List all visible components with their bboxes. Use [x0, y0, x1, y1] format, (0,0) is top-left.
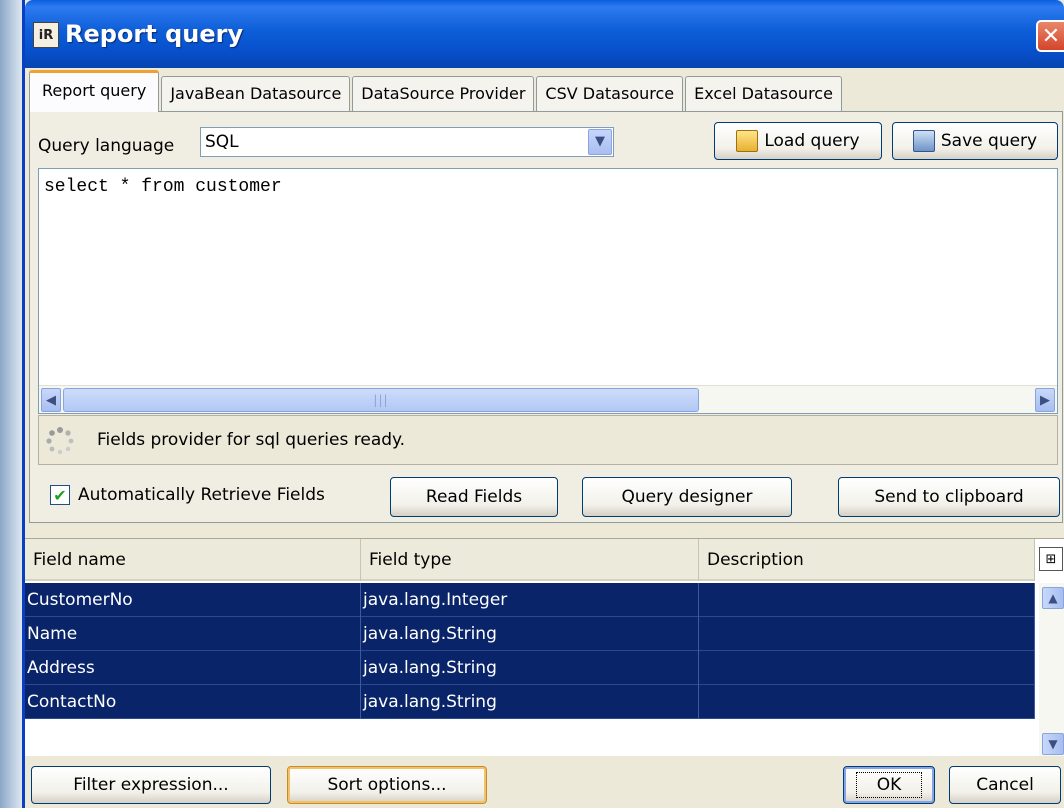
tab-strip: Report query JavaBean Datasource DataSou…	[29, 70, 844, 112]
table-row[interactable]: Address java.lang.String	[25, 651, 1035, 685]
load-query-button[interactable]: Load query	[714, 122, 882, 160]
send-to-clipboard-button[interactable]: Send to clipboard	[838, 477, 1060, 517]
description-cell	[699, 651, 1035, 685]
query-designer-button[interactable]: Query designer	[582, 477, 792, 517]
report-query-panel: Query language SQL ▼ Load query Save que…	[29, 111, 1063, 523]
description-cell	[699, 583, 1035, 617]
query-editor[interactable]: select * from customer ◀ ||| ▶	[38, 168, 1058, 414]
query-language-label: Query language	[38, 136, 175, 156]
scroll-up-icon[interactable]: ▲	[1042, 587, 1064, 609]
field-type-cell: java.lang.String	[361, 651, 699, 685]
table-body: CustomerNo java.lang.Integer Name java.l…	[25, 583, 1035, 719]
description-cell	[699, 685, 1035, 719]
cancel-button[interactable]: Cancel	[949, 766, 1061, 804]
table-header: Field name Field type Description	[25, 539, 1035, 581]
scroll-down-icon[interactable]: ▼	[1042, 733, 1064, 755]
query-language-value: SQL	[205, 132, 239, 152]
tab-datasource-provider[interactable]: DataSource Provider	[352, 76, 535, 112]
spinner-icon	[46, 427, 74, 455]
horizontal-scrollbar[interactable]: ◀ ||| ▶	[39, 385, 1057, 413]
filter-expression-button[interactable]: Filter expression...	[31, 766, 271, 804]
auto-retrieve-label: Automatically Retrieve Fields	[78, 485, 325, 505]
table-row[interactable]: Name java.lang.String	[25, 617, 1035, 651]
query-text[interactable]: select * from customer	[44, 177, 282, 197]
field-name-cell: CustomerNo	[25, 583, 361, 617]
bottom-button-bar: Filter expression... Sort options... OK …	[25, 756, 1064, 808]
scrollbar-thumb[interactable]: |||	[63, 388, 699, 412]
fields-table: Field name Field type Description ⊞ Cust…	[25, 538, 1064, 757]
close-button[interactable]: ✕	[1036, 20, 1064, 52]
tab-report-query[interactable]: Report query	[29, 70, 160, 112]
ok-label: OK	[855, 772, 923, 798]
pane-splitter[interactable]	[25, 523, 1064, 535]
status-text: Fields provider for sql queries ready.	[97, 430, 406, 450]
fields-provider-status: Fields provider for sql queries ready.	[38, 415, 1058, 465]
read-fields-button[interactable]: Read Fields	[390, 477, 558, 517]
table-row[interactable]: ContactNo java.lang.String	[25, 685, 1035, 719]
field-type-cell: java.lang.Integer	[361, 583, 699, 617]
column-header-description[interactable]: Description	[699, 539, 1035, 581]
description-cell	[699, 617, 1035, 651]
vertical-scrollbar[interactable]: ▲ ▼	[1039, 583, 1064, 757]
column-chooser-icon[interactable]: ⊞	[1039, 547, 1063, 571]
tab-excel-datasource[interactable]: Excel Datasource	[685, 76, 842, 112]
tab-csv-datasource[interactable]: CSV Datasource	[536, 76, 684, 112]
scroll-right-icon[interactable]: ▶	[1035, 388, 1055, 412]
auto-retrieve-checkbox[interactable]: ✔	[50, 485, 70, 505]
sort-options-button[interactable]: Sort options...	[287, 766, 487, 804]
load-query-label: Load query	[764, 131, 860, 151]
save-query-button[interactable]: Save query	[892, 122, 1058, 160]
save-query-label: Save query	[940, 131, 1038, 151]
save-disk-icon	[912, 130, 935, 152]
ok-button[interactable]: OK	[843, 766, 935, 804]
column-header-field-name[interactable]: Field name	[25, 539, 361, 581]
field-name-cell: Address	[25, 651, 361, 685]
table-row[interactable]: CustomerNo java.lang.Integer	[25, 583, 1035, 617]
app-icon: iR	[33, 22, 59, 48]
scroll-left-icon[interactable]: ◀	[41, 388, 61, 412]
field-name-cell: Name	[25, 617, 361, 651]
window-title: Report query	[65, 20, 244, 48]
chevron-down-icon[interactable]: ▼	[588, 129, 612, 155]
folder-open-icon	[736, 130, 759, 152]
report-query-dialog: iR Report query ✕ Report query JavaBean …	[22, 0, 1064, 808]
field-name-cell: ContactNo	[25, 685, 361, 719]
field-type-cell: java.lang.String	[361, 617, 699, 651]
column-header-field-type[interactable]: Field type	[361, 539, 699, 581]
title-bar[interactable]: iR Report query ✕	[25, 0, 1064, 68]
field-type-cell: java.lang.String	[361, 685, 699, 719]
query-language-select[interactable]: SQL ▼	[200, 127, 614, 157]
tab-javabean-datasource[interactable]: JavaBean Datasource	[161, 76, 351, 112]
